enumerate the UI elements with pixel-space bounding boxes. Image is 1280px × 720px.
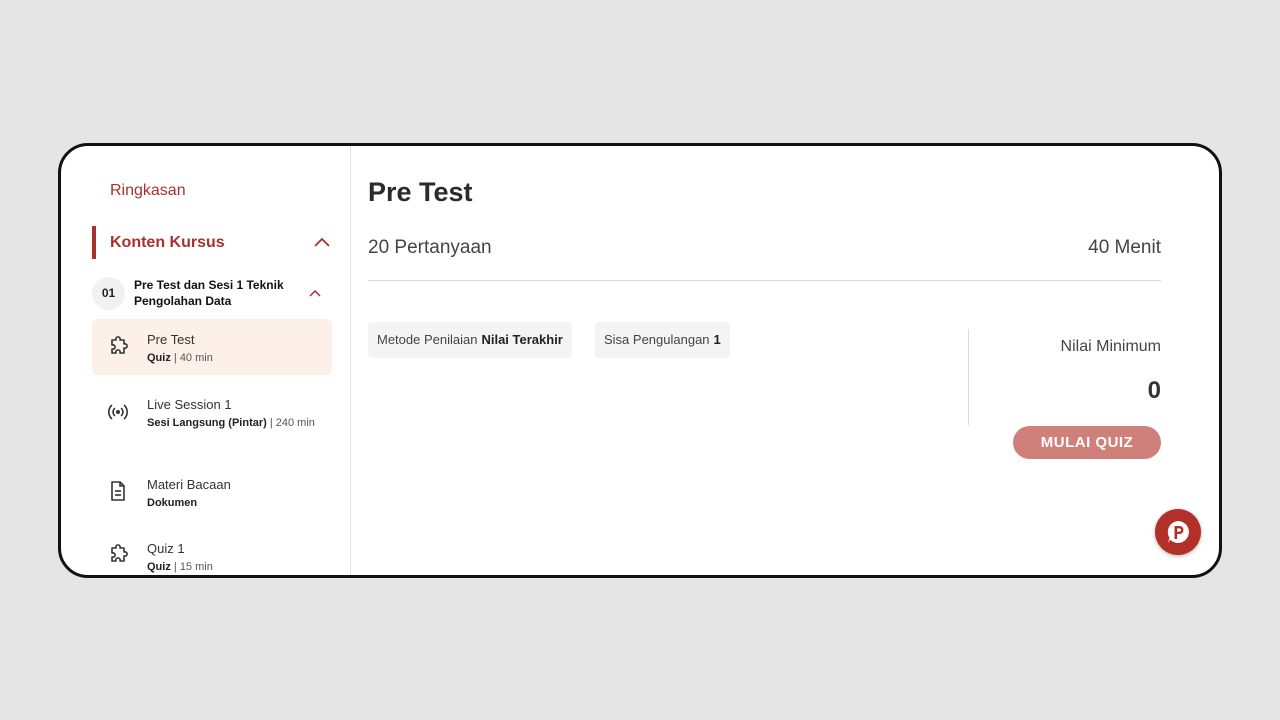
item-title: Quiz 1 bbox=[147, 541, 185, 556]
min-score-value: 0 bbox=[1147, 377, 1161, 404]
remaining-attempts-value: 1 bbox=[713, 332, 721, 347]
grading-method-value: Nilai Terakhir bbox=[481, 332, 563, 347]
remaining-attempts-label: Sisa Pengulangan bbox=[604, 332, 710, 347]
remaining-attempts-chip: Sisa Pengulangan 1 bbox=[595, 322, 730, 358]
sidebar-item-materi-bacaan[interactable]: Materi Bacaan Dokumen bbox=[92, 468, 332, 518]
chat-p-icon bbox=[1167, 521, 1189, 543]
main-content: Pre Test 20 Pertanyaan 40 Menit Metode P… bbox=[351, 146, 1219, 575]
chat-button[interactable] bbox=[1155, 509, 1201, 555]
start-quiz-button[interactable]: MULAI QUIZ bbox=[1013, 426, 1161, 459]
grading-method-chip: Metode Penilaian Nilai Terakhir bbox=[368, 322, 572, 358]
active-indicator bbox=[92, 226, 96, 259]
konten-kursus-label: Konten Kursus bbox=[110, 234, 225, 251]
item-subtitle: Dokumen bbox=[147, 495, 317, 511]
app-frame: Ringkasan Konten Kursus 01 Pre Test dan … bbox=[58, 143, 1222, 578]
puzzle-icon bbox=[111, 544, 128, 562]
sidebar-item-quiz-1[interactable]: Quiz 1 Quiz | 15 min bbox=[92, 532, 332, 575]
item-title: Pre Test bbox=[147, 332, 195, 347]
sidebar: Ringkasan Konten Kursus 01 Pre Test dan … bbox=[61, 146, 351, 575]
grading-method-label: Metode Penilaian bbox=[377, 332, 478, 347]
course-section[interactable]: 01 Pre Test dan Sesi 1 Teknik Pengolahan… bbox=[92, 276, 332, 310]
item-title: Live Session 1 bbox=[147, 397, 232, 412]
item-detail: | 15 min bbox=[170, 561, 213, 573]
item-subtitle: Sesi Langsung (Pintar) | 240 min bbox=[147, 415, 317, 431]
min-score-label: Nilai Minimum bbox=[1060, 338, 1161, 355]
item-type: Sesi Langsung (Pintar) bbox=[147, 417, 267, 429]
sidebar-item-live-session[interactable]: Live Session 1 Sesi Langsung (Pintar) | … bbox=[92, 386, 332, 452]
item-detail: | 240 min bbox=[266, 417, 315, 429]
quiz-duration: 40 Menit bbox=[1088, 237, 1161, 258]
item-subtitle: Quiz | 40 min bbox=[147, 350, 317, 366]
item-type: Quiz bbox=[147, 561, 171, 573]
page-title: Pre Test bbox=[368, 177, 473, 207]
question-count: 20 Pertanyaan bbox=[368, 237, 492, 258]
document-icon bbox=[111, 481, 125, 501]
item-detail: | 40 min bbox=[170, 352, 213, 364]
sidebar-item-ringkasan[interactable]: Ringkasan bbox=[110, 182, 186, 200]
section-title: Pre Test dan Sesi 1 Teknik Pengolahan Da… bbox=[134, 278, 284, 308]
puzzle-icon bbox=[111, 336, 128, 354]
item-title: Materi Bacaan bbox=[147, 477, 231, 492]
chevron-up-icon[interactable] bbox=[312, 232, 332, 252]
item-type: Dokumen bbox=[147, 497, 198, 509]
section-number: 01 bbox=[92, 277, 125, 310]
sidebar-item-konten-kursus[interactable]: Konten Kursus bbox=[92, 226, 332, 259]
item-subtitle: Quiz | 15 min bbox=[147, 559, 317, 575]
chevron-up-icon[interactable] bbox=[308, 286, 322, 300]
broadcast-icon bbox=[108, 404, 128, 420]
vertical-divider bbox=[968, 329, 969, 425]
item-type: Quiz bbox=[147, 352, 171, 364]
sidebar-item-pre-test[interactable]: Pre Test Quiz | 40 min bbox=[92, 319, 332, 375]
divider bbox=[368, 280, 1161, 281]
